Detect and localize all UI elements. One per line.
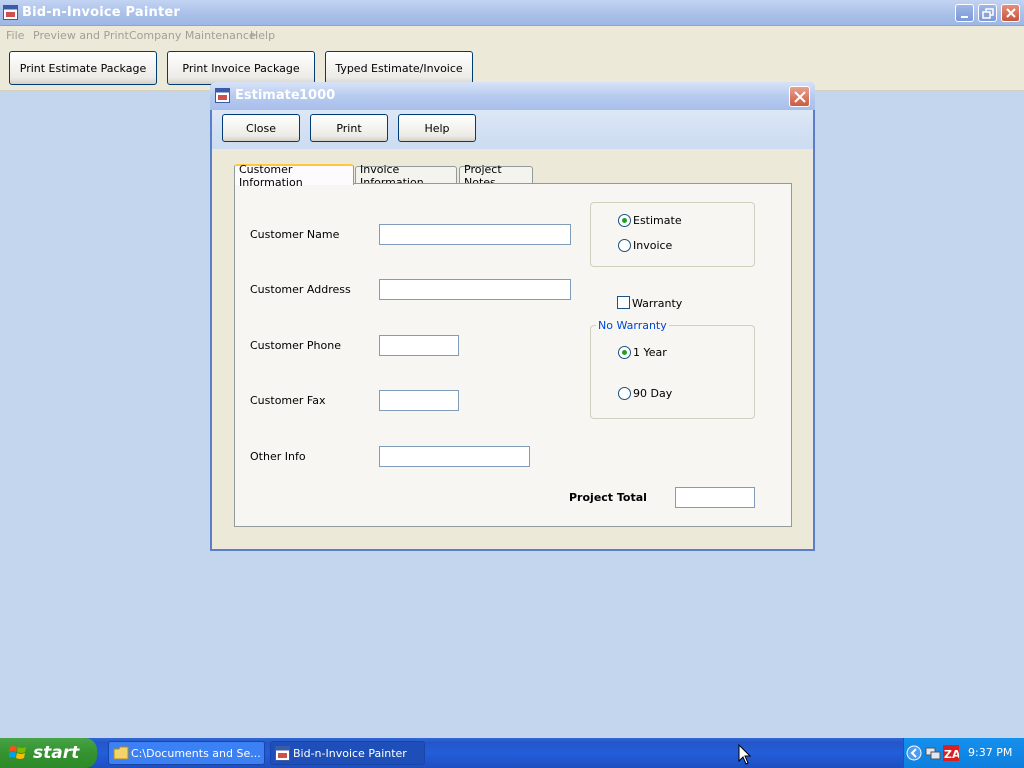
restore-button[interactable] [978,4,997,22]
customer-address-input[interactable] [379,279,571,300]
print-estimate-package-button[interactable]: Print Estimate Package [9,51,157,85]
customer-information-panel: Customer Name Customer Address Customer … [234,183,792,527]
print-button[interactable]: Print [310,114,388,142]
app-window-icon [275,746,290,761]
warranty-group-caption: No Warranty [596,319,669,332]
svg-text:ZA: ZA [944,748,959,761]
taskbar-item-bid-n-invoice-label: Bid-n-Invoice Painter [293,747,407,760]
start-button[interactable]: start [0,738,97,768]
customer-name-input[interactable] [379,224,571,245]
customer-name-label: Customer Name [250,228,340,241]
dialog-body: Customer Information Invoice Information… [212,149,813,549]
ninety-day-radio-label[interactable]: 90 Day [633,387,672,400]
system-tray: ZA 9:37 PM [903,738,1024,768]
menu-file[interactable]: File [6,29,24,42]
customer-fax-label: Customer Fax [250,394,326,407]
app-window-icon [3,5,18,20]
taskbar-item-bid-n-invoice[interactable]: Bid-n-Invoice Painter [270,741,425,765]
close-button[interactable]: Close [222,114,300,142]
estimate-radio-label[interactable]: Estimate [633,214,682,227]
mouse-cursor-icon [738,744,752,765]
dialog-title-bar[interactable]: Estimate 1000 [210,82,815,110]
windows-logo-icon [9,746,26,759]
dialog-estimate-number: 1000 [299,88,336,103]
close-icon [1006,8,1016,18]
estimate-radio[interactable] [618,214,631,227]
warranty-period-group: No Warranty 1 Year 90 Day [590,319,755,419]
taskbar-item-explorer-label: C:\Documents and Se... [131,747,261,760]
menu-preview-and-print[interactable]: Preview and Print [33,29,129,42]
tab-invoice-information[interactable]: Invoice Information [355,163,457,189]
network-icon[interactable] [925,745,941,761]
warranty-checkbox[interactable] [617,296,630,309]
menu-help[interactable]: Help [250,29,275,42]
tab-strip: Customer Information Invoice Information… [234,163,792,189]
other-info-label: Other Info [250,450,306,463]
other-info-input[interactable] [379,446,530,467]
app-window-icon [215,88,230,103]
invoice-radio-label[interactable]: Invoice [633,239,672,252]
project-total-input[interactable] [675,487,755,508]
restore-icon [982,8,994,19]
customer-phone-label: Customer Phone [250,339,342,352]
menu-company-maintenance[interactable]: Company Maintenance [129,29,256,42]
one-year-radio-label[interactable]: 1 Year [633,346,667,359]
zonealarm-icon[interactable]: ZA [943,745,959,761]
invoice-radio[interactable] [618,239,631,252]
customer-phone-input[interactable] [379,335,459,356]
window-close-button[interactable] [1001,4,1020,22]
ninety-day-radio[interactable] [618,387,631,400]
show-hidden-icons-chevron-icon[interactable] [906,745,922,761]
customer-fax-input[interactable] [379,390,459,411]
warranty-checkbox-label[interactable]: Warranty [632,297,682,310]
typed-estimate-invoice-button[interactable]: Typed Estimate/Invoice [325,51,473,85]
customer-address-label: Customer Address [250,283,351,296]
print-invoice-package-button[interactable]: Print Invoice Package [167,51,315,85]
window-title: Bid-n-Invoice Painter [22,5,181,20]
minimize-button[interactable] [955,4,974,22]
minimize-icon [961,16,968,18]
help-button[interactable]: Help [398,114,476,142]
taskbar-item-explorer[interactable]: C:\Documents and Se... [108,741,265,765]
tab-customer-information[interactable]: Customer Information [234,163,354,189]
menu-bar: File Preview and Print Company Maintenan… [0,26,1024,45]
clock: 9:37 PM [968,746,1013,759]
dialog-close-x-button[interactable] [789,86,810,107]
taskbar: start C:\Documents and Se... Bid-n-Invoi… [0,738,1024,768]
estimate-dialog: Estimate 1000 Close Print Help Customer … [210,82,815,551]
project-total-label: Project Total [569,491,647,504]
dialog-title: Estimate [235,88,300,103]
main-title-bar[interactable]: Bid-n-Invoice Painter [0,0,1024,26]
start-label: start [33,743,80,763]
document-type-group: Estimate Invoice [590,202,755,267]
tab-project-notes[interactable]: Project Notes [459,163,533,189]
close-icon [794,91,806,103]
folder-icon [113,746,129,760]
dialog-toolbar: Close Print Help [212,110,813,149]
one-year-radio[interactable] [618,346,631,359]
